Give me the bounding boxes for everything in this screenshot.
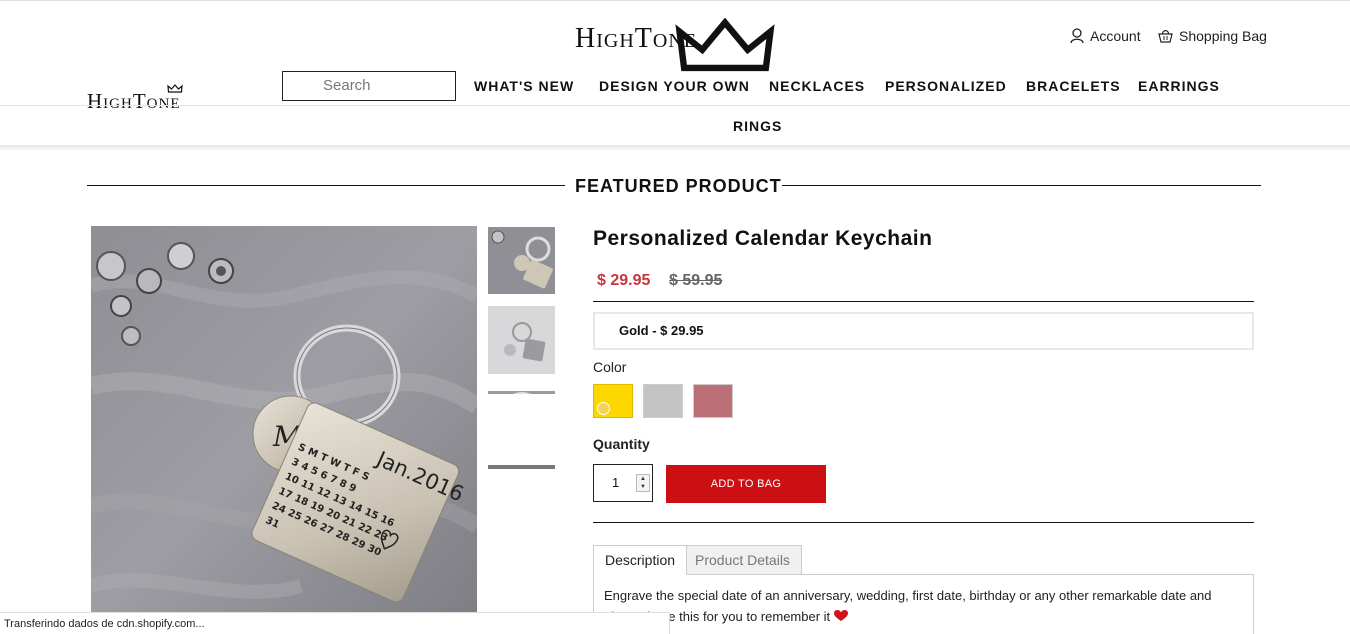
product-thumbnail-1[interactable] [488, 227, 555, 294]
thumbnail-image [488, 227, 555, 294]
product-thumbnail-2[interactable] [488, 306, 555, 374]
color-swatch-rose[interactable] [693, 384, 733, 418]
nav-item-necklaces[interactable]: NECKLACES [769, 78, 865, 94]
brand-logo-center[interactable]: HighTone [575, 18, 775, 72]
quantity-label: Quantity [593, 436, 650, 452]
nav-item-design-your-own[interactable]: DESIGN YOUR OWN [599, 78, 750, 94]
product-main-image[interactable]: M&P Jan.2016 S M T W T F S 3 4 5 6 7 8 9… [91, 226, 477, 614]
color-label: Color [593, 359, 627, 375]
top-border [0, 0, 1350, 1]
section-line-left [87, 185, 565, 186]
sale-price: $ 29.95 [597, 272, 651, 289]
product-title: Personalized Calendar Keychain [593, 227, 933, 250]
section-line-right [782, 185, 1261, 186]
product-thumbnail-4[interactable] [488, 465, 555, 469]
nav-item-bracelets[interactable]: BRACELETS [1026, 78, 1121, 94]
account-link[interactable]: Account [1070, 26, 1141, 46]
color-swatch-gold[interactable] [593, 384, 633, 418]
quantity-stepper[interactable]: ▲ ▼ [636, 474, 650, 492]
add-to-bag-button[interactable]: ADD TO BAG [666, 465, 826, 503]
crown-icon [167, 84, 183, 93]
account-label: Account [1090, 28, 1141, 44]
nav-item-personalized[interactable]: PERSONALIZED [885, 78, 1007, 94]
browser-status-bar: Transferindo dados de cdn.shopify.com... [0, 612, 670, 634]
brand-logo-left[interactable]: HighTone [87, 84, 242, 115]
crown-icon [675, 18, 775, 72]
nav-item-whats-new[interactable]: WHAT'S NEW [474, 78, 574, 94]
nav-item-earrings[interactable]: EARRINGS [1138, 78, 1220, 94]
shopping-bag-icon [1158, 30, 1173, 43]
compare-price: $ 59.95 [669, 272, 723, 289]
tab-description[interactable]: Description [593, 545, 688, 575]
shopping-bag-link[interactable]: Shopping Bag [1158, 26, 1267, 46]
selected-check-icon [597, 402, 610, 415]
thumbnail-image [488, 306, 555, 374]
tab-product-details[interactable]: Product Details [683, 545, 802, 575]
variant-select[interactable]: Gold - $ 29.95 [593, 312, 1254, 350]
color-swatch-silver[interactable] [643, 384, 683, 418]
thumbnail-image [488, 391, 555, 394]
search-input[interactable]: Search [282, 71, 456, 101]
product-thumbnail-3[interactable] [488, 386, 555, 394]
user-icon [1070, 28, 1084, 44]
keychain-photo: M&P Jan.2016 S M T W T F S 3 4 5 6 7 8 9… [91, 226, 477, 614]
description-text: Engrave the special date of an anniversa… [604, 588, 1212, 624]
header-shadow [0, 145, 1350, 151]
product-description: Engrave the special date of an anniversa… [604, 585, 1244, 627]
nav-item-rings[interactable]: RINGS [733, 118, 782, 134]
section-title: FEATURED PRODUCT [575, 176, 782, 196]
price-divider [593, 301, 1254, 302]
heart-icon [833, 610, 848, 621]
shopping-bag-label: Shopping Bag [1179, 28, 1267, 44]
header-divider [0, 105, 1350, 106]
actions-divider [593, 522, 1254, 523]
